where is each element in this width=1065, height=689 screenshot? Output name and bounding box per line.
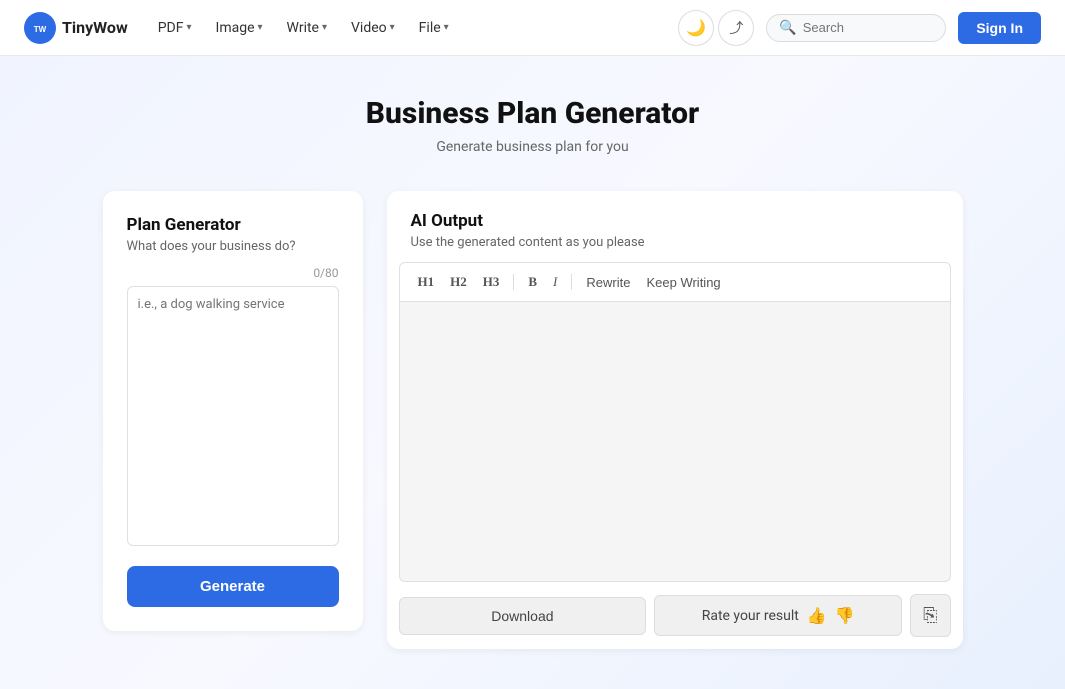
moon-icon: 🌙: [686, 18, 706, 37]
panel-title: Plan Generator: [127, 215, 339, 235]
copy-button[interactable]: ⎘: [910, 594, 950, 637]
toolbar-separator-2: [571, 274, 572, 290]
chevron-down-icon: ▾: [390, 22, 395, 33]
share-icon: ⤴: [729, 18, 743, 38]
chevron-down-icon: ▾: [258, 22, 263, 33]
page-title: Business Plan Generator: [103, 96, 963, 131]
chevron-down-icon: ▾: [322, 22, 327, 33]
panel-subtitle: What does your business do?: [127, 239, 339, 254]
dark-mode-button[interactable]: 🌙: [678, 10, 714, 46]
thumbs-up-icon[interactable]: 👍: [807, 606, 827, 625]
left-panel: Plan Generator What does your business d…: [103, 191, 363, 631]
logo-icon: TW: [24, 12, 56, 44]
nav-item-video[interactable]: Video ▾: [341, 14, 405, 42]
sign-in-button[interactable]: Sign In: [958, 12, 1041, 44]
business-description-input[interactable]: [127, 286, 339, 546]
rate-label: Rate your result: [702, 608, 799, 624]
chevron-down-icon: ▾: [186, 22, 191, 33]
rewrite-button[interactable]: Rewrite: [580, 272, 636, 293]
search-icon: 🔍: [779, 20, 796, 36]
right-panel: AI Output Use the generated content as y…: [387, 191, 963, 649]
nav-item-pdf[interactable]: PDF ▾: [148, 14, 202, 42]
keep-writing-button[interactable]: Keep Writing: [640, 272, 726, 293]
svg-text:TW: TW: [34, 25, 47, 34]
rate-result-area: Rate your result 👍 👎: [654, 595, 902, 636]
ai-output-title: AI Output: [411, 211, 939, 231]
editor-toolbar: H1 H2 H3 B I Rewrite Keep Writing: [399, 262, 951, 302]
char-count: 0/80: [127, 266, 339, 280]
editor-area[interactable]: [399, 302, 951, 582]
generate-button[interactable]: Generate: [127, 566, 339, 607]
toolbar-separator: [513, 274, 514, 290]
share-button[interactable]: ⤴: [718, 10, 754, 46]
bold-button[interactable]: B: [522, 271, 543, 293]
nav-item-file[interactable]: File ▾: [409, 14, 459, 42]
nav-item-image[interactable]: Image ▾: [206, 14, 273, 42]
thumbs-down-icon[interactable]: 👎: [835, 606, 855, 625]
navbar: TW TinyWow PDF ▾ Image ▾ Write ▾ Video ▾…: [0, 0, 1065, 56]
search-box: 🔍: [766, 14, 946, 42]
search-input[interactable]: [803, 20, 934, 35]
nav-item-write[interactable]: Write ▾: [277, 14, 337, 42]
logo-text: TinyWow: [62, 18, 128, 37]
copy-icon: ⎘: [923, 605, 937, 626]
logo-area[interactable]: TW TinyWow: [24, 12, 128, 44]
h3-button[interactable]: H3: [477, 271, 506, 293]
download-button[interactable]: Download: [399, 597, 647, 635]
page-subtitle: Generate business plan for you: [103, 139, 963, 155]
right-panel-footer: Download Rate your result 👍 👎 ⎘: [387, 582, 963, 649]
ai-output-subtitle: Use the generated content as you please: [411, 235, 939, 250]
h2-button[interactable]: H2: [444, 271, 473, 293]
chevron-down-icon: ▾: [444, 22, 449, 33]
italic-button[interactable]: I: [547, 271, 563, 293]
h1-button[interactable]: H1: [412, 271, 441, 293]
